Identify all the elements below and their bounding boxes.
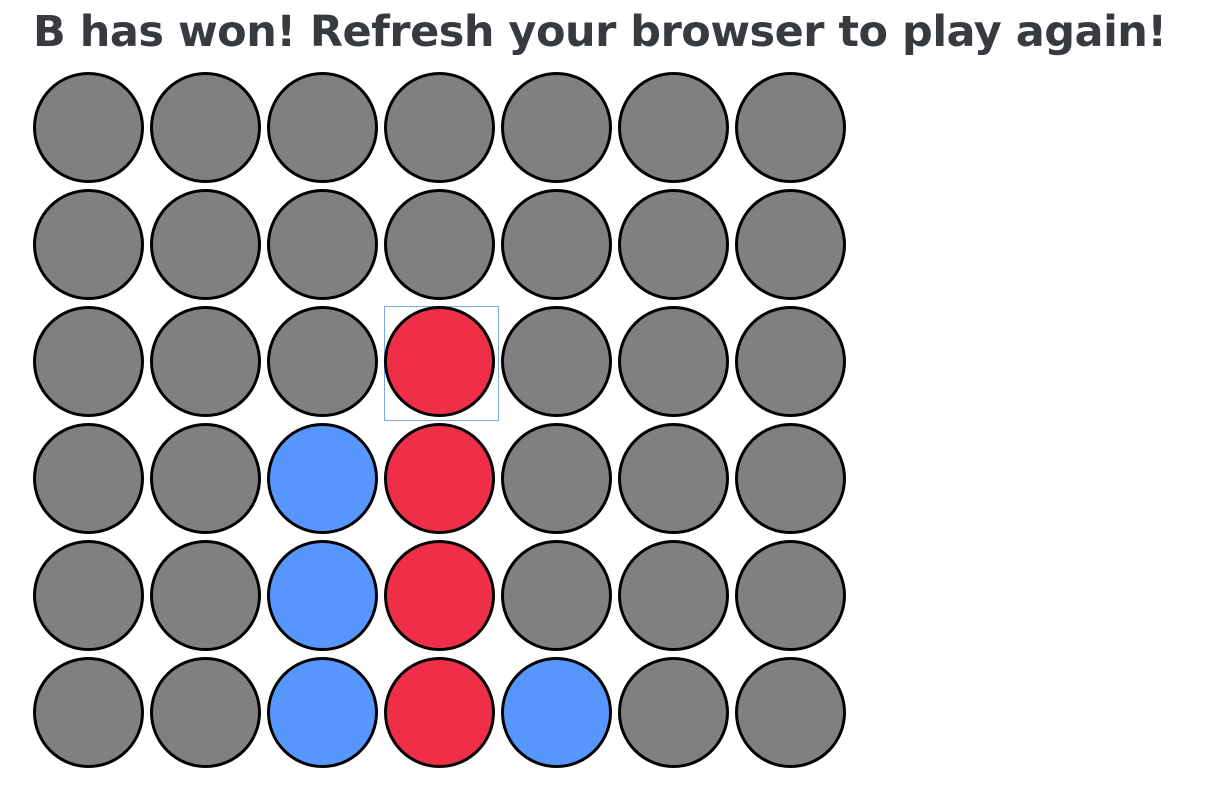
red-disc [384, 657, 495, 768]
red-disc [384, 540, 495, 651]
board-cell[interactable] [734, 656, 851, 773]
board-cell[interactable] [383, 188, 500, 305]
blue-disc [267, 423, 378, 534]
blue-disc [501, 657, 612, 768]
empty-slot [150, 657, 261, 768]
red-disc [384, 306, 495, 417]
game-board [32, 71, 851, 773]
board-cell[interactable] [500, 305, 617, 422]
empty-slot [33, 189, 144, 300]
empty-slot [618, 423, 729, 534]
board-cell[interactable] [734, 305, 851, 422]
empty-slot [150, 72, 261, 183]
empty-slot [735, 306, 846, 417]
empty-slot [735, 423, 846, 534]
board-cell[interactable] [266, 71, 383, 188]
board-cell[interactable] [266, 656, 383, 773]
board-cell[interactable] [617, 656, 734, 773]
board-row [32, 539, 851, 656]
empty-slot [150, 189, 261, 300]
red-disc [384, 423, 495, 534]
board-cell[interactable] [734, 422, 851, 539]
empty-slot [267, 72, 378, 183]
board-cell[interactable] [617, 305, 734, 422]
board-row [32, 656, 851, 773]
board-cell[interactable] [617, 71, 734, 188]
board-cell[interactable] [149, 71, 266, 188]
board-cell[interactable] [500, 188, 617, 305]
empty-slot [735, 72, 846, 183]
board-cell[interactable] [617, 188, 734, 305]
board-cell[interactable] [383, 71, 500, 188]
board-cell[interactable] [32, 305, 149, 422]
empty-slot [618, 72, 729, 183]
board-cell[interactable] [266, 539, 383, 656]
empty-slot [735, 540, 846, 651]
board-cell[interactable] [500, 539, 617, 656]
board-cell[interactable] [383, 539, 500, 656]
board-cell[interactable] [734, 71, 851, 188]
board-row [32, 422, 851, 539]
board-cell[interactable] [266, 305, 383, 422]
empty-slot [501, 540, 612, 651]
empty-slot [501, 306, 612, 417]
board-cell[interactable] [32, 422, 149, 539]
board-cell[interactable] [149, 539, 266, 656]
empty-slot [150, 540, 261, 651]
board-cell[interactable] [32, 71, 149, 188]
empty-slot [735, 657, 846, 768]
empty-slot [150, 306, 261, 417]
board-cell[interactable] [500, 422, 617, 539]
empty-slot [384, 189, 495, 300]
board-cell[interactable] [383, 422, 500, 539]
board-cell[interactable] [383, 305, 500, 422]
empty-slot [501, 189, 612, 300]
empty-slot [501, 72, 612, 183]
empty-slot [33, 306, 144, 417]
board-cell[interactable] [266, 422, 383, 539]
blue-disc [267, 540, 378, 651]
board-cell[interactable] [734, 539, 851, 656]
game-page: B has won! Refresh your browser to play … [0, 0, 1221, 788]
empty-slot [618, 657, 729, 768]
board-cell[interactable] [149, 422, 266, 539]
board-cell[interactable] [149, 656, 266, 773]
empty-slot [267, 189, 378, 300]
empty-slot [33, 540, 144, 651]
board-row [32, 188, 851, 305]
empty-slot [33, 423, 144, 534]
empty-slot [618, 540, 729, 651]
empty-slot [267, 306, 378, 417]
board-cell[interactable] [149, 305, 266, 422]
board-row [32, 305, 851, 422]
empty-slot [501, 423, 612, 534]
empty-slot [33, 657, 144, 768]
board-row [32, 71, 851, 188]
blue-disc [267, 657, 378, 768]
empty-slot [618, 306, 729, 417]
empty-slot [618, 189, 729, 300]
board-cell[interactable] [32, 539, 149, 656]
board-cell[interactable] [149, 188, 266, 305]
empty-slot [735, 189, 846, 300]
game-status-title: B has won! Refresh your browser to play … [33, 7, 1167, 57]
board-cell[interactable] [734, 188, 851, 305]
board-cell[interactable] [617, 539, 734, 656]
board-cell[interactable] [500, 656, 617, 773]
board-cell[interactable] [32, 656, 149, 773]
empty-slot [33, 72, 144, 183]
board-cell[interactable] [500, 71, 617, 188]
board-cell[interactable] [383, 656, 500, 773]
empty-slot [150, 423, 261, 534]
empty-slot [384, 72, 495, 183]
board-cell[interactable] [266, 188, 383, 305]
board-cell[interactable] [32, 188, 149, 305]
board-cell[interactable] [617, 422, 734, 539]
